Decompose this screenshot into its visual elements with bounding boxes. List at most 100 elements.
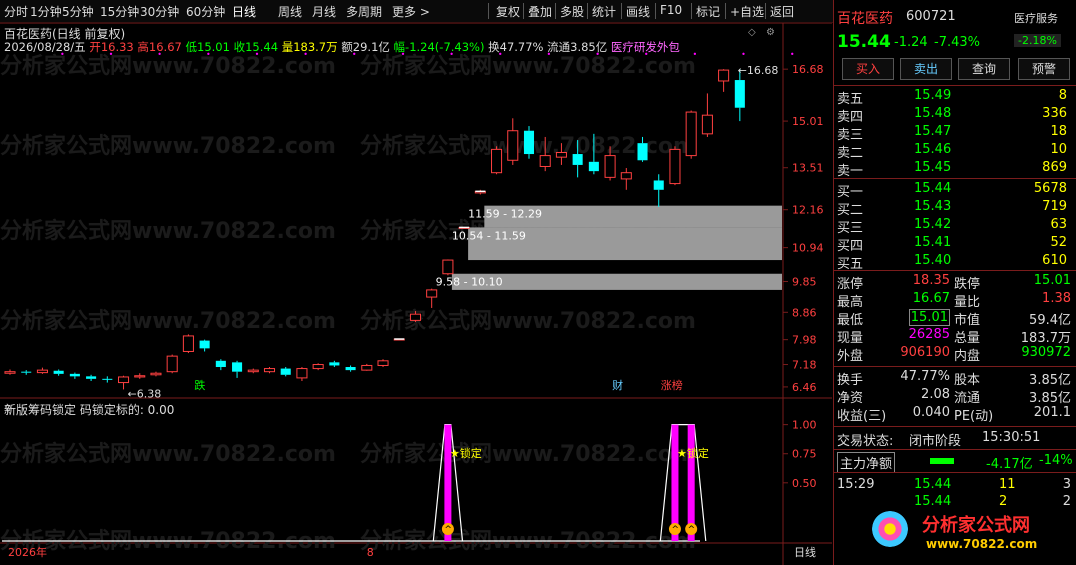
sector-name[interactable]: 医疗服务 (1014, 10, 1058, 26)
candle-body-up (361, 364, 373, 371)
buy-button[interactable]: 买入 (842, 58, 894, 80)
order-price: 15.42 (914, 217, 952, 232)
info-concept: 医疗研发外包 (610, 40, 680, 54)
candle (734, 69, 745, 122)
toolbar-tab-9[interactable]: 多周期 (346, 3, 382, 20)
toolbar-tab-8[interactable]: 月线 (312, 3, 336, 20)
kline-chart[interactable]: 分析家公式网www.70822.com 分析家公式网www.70822.com 分析… (0, 23, 832, 565)
stat-value: 2.08 (921, 387, 950, 402)
toolbar-tab-4[interactable]: 30分钟 (140, 3, 179, 20)
candle (718, 69, 730, 92)
candle-body-up (507, 130, 519, 161)
panel-divider (834, 366, 1076, 367)
order-book-buy-row: 买一 15.44 5678 (834, 180, 1076, 200)
candle-body-up (36, 369, 48, 374)
candle-body-up (377, 360, 389, 366)
flower-icon (872, 511, 908, 547)
candle (361, 363, 373, 371)
candle (182, 334, 194, 354)
candle-body-up (539, 155, 551, 167)
logo-url: www.70822.com (926, 537, 1038, 551)
order-price: 15.40 (914, 253, 952, 268)
toolbar-tab-10[interactable]: 更多 > (392, 3, 430, 20)
panel-divider (834, 270, 1076, 271)
panel-divider (834, 472, 1076, 473)
panel-divider (834, 449, 1076, 450)
toolbar-tab-7[interactable]: 周线 (278, 3, 302, 20)
main-flow-label: 主力净额 (837, 452, 896, 473)
trade-status: 闭市阶段 (909, 434, 962, 449)
chart-area[interactable]: 分析家公式网www.70822.com 分析家公式网www.70822.com 分析… (0, 23, 832, 565)
toolbar-tab-6[interactable]: 日线 (232, 3, 256, 20)
stat-value: 18.35 (912, 273, 950, 288)
price-change: -1.24 (894, 35, 928, 50)
candle (523, 126, 535, 159)
candle-body-down (215, 360, 226, 368)
sell-button[interactable]: 卖出 (900, 58, 952, 80)
candle (102, 376, 113, 383)
toolbar-action-6[interactable]: 标记 (696, 3, 720, 20)
candle (685, 110, 697, 159)
low-price-label: ←6.38 (128, 387, 162, 400)
order-book-sell-row: 卖一 15.45 869 (834, 159, 1076, 179)
stat-label: 收益(三) (837, 409, 887, 424)
candle-body-up (247, 369, 259, 373)
order-book-sell-row: 卖四 15.48 336 (834, 105, 1076, 125)
toolbar-tab-0[interactable]: 分时 (4, 3, 28, 20)
candle-body-up (685, 111, 697, 157)
event-tag-zhangbang[interactable]: 涨榜 (661, 378, 683, 392)
order-price: 15.48 (914, 106, 952, 121)
quote-stat-row: 外盘 906190 内盘 930972 (834, 344, 1076, 364)
toolbar-action-0[interactable]: 复权 (496, 3, 520, 20)
toolbar-action-5[interactable]: F10 (660, 3, 682, 17)
toolbar-action-3[interactable]: 统计 (592, 3, 616, 20)
query-button[interactable]: 查询 (958, 58, 1010, 80)
settings-icon[interactable]: ⚙ (766, 27, 775, 38)
tick-row: 15:29 15.44 11 3 (834, 476, 1076, 494)
period-label[interactable]: 日线 (794, 545, 816, 559)
toolbar-divider (691, 3, 692, 19)
candle (474, 189, 486, 195)
toolbar-action-2[interactable]: 多股 (560, 3, 584, 20)
toolbar-divider (725, 3, 726, 19)
toolbar-action-8[interactable]: 返回 (770, 3, 794, 20)
price-axis-label: 9.85 (792, 276, 817, 289)
candle-body-up (555, 151, 567, 158)
candle-body-down (653, 180, 664, 190)
toolbar-divider (555, 3, 556, 19)
order-book-buy-row: 买五 15.40 610 (834, 252, 1076, 272)
diamond-icon[interactable]: ◇ (748, 27, 756, 38)
stat-value: 26285 (908, 327, 950, 342)
logo-title: 分析家公式网 (922, 515, 1030, 536)
toolbar-action-1[interactable]: 叠加 (528, 3, 552, 20)
toolbar-action-4[interactable]: 画线 (626, 3, 650, 20)
candle (296, 367, 308, 382)
tick-volume: 11 (999, 477, 1016, 492)
event-tag-cai[interactable]: 财 (612, 378, 623, 392)
toolbar-action-7[interactable]: +自选 (730, 3, 764, 20)
info-close: 收15.44 (233, 40, 279, 54)
quote-stat-row: 换手 47.77% 股本 3.85亿 (834, 368, 1076, 388)
event-tag-die[interactable]: 跌 (194, 378, 205, 392)
watermark-text: 分析家公式网www.70822.com (360, 308, 696, 334)
candle (36, 367, 48, 374)
alert-button[interactable]: 预警 (1018, 58, 1070, 80)
toolbar-tab-5[interactable]: 60分钟 (186, 3, 225, 20)
stat-value: 0.040 (912, 405, 950, 420)
toolbar-tab-3[interactable]: 15分钟 (100, 3, 139, 20)
candle (86, 374, 97, 382)
toolbar-tab-1[interactable]: 1分钟 (30, 3, 62, 20)
candle-body-up (620, 172, 632, 180)
toolbar-tab-2[interactable]: 5分钟 (62, 3, 94, 20)
order-book-buy-row: 买三 15.42 63 (834, 216, 1076, 236)
site-logo: 分析家公式网 www.70822.com (864, 505, 1074, 561)
candle-body-up (701, 114, 713, 135)
price-axis-label: 7.98 (792, 334, 817, 347)
quote-stat-row: 现量 26285 总量 183.7万 (834, 326, 1076, 346)
tick-count: 3 (1062, 477, 1071, 492)
price-axis-label: 15.01 (792, 115, 824, 128)
price-axis-label: 6.46 (792, 381, 817, 394)
stat-label: 内盘 (954, 349, 981, 364)
candle-body-up (669, 148, 681, 185)
gap-range-label: 10.54 - 11.59 (452, 229, 526, 242)
